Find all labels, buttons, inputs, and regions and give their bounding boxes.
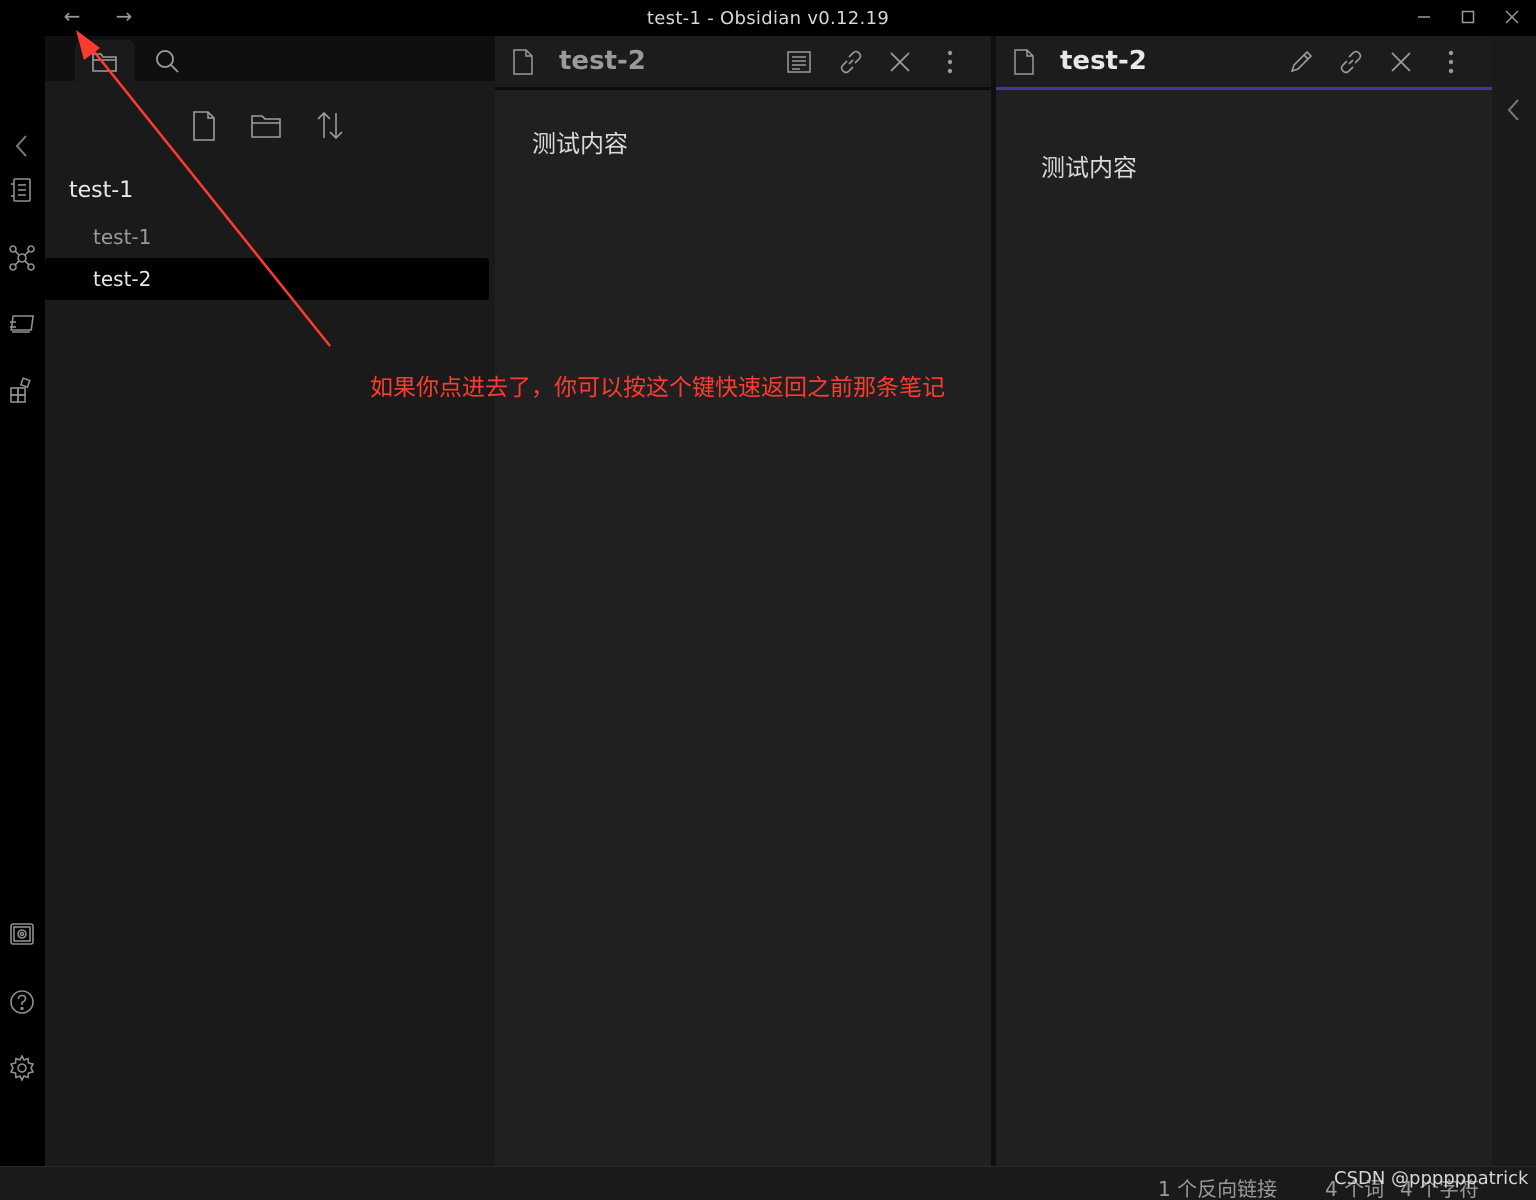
edit-icon[interactable] bbox=[1287, 48, 1315, 76]
pane-title[interactable]: test-2 bbox=[559, 46, 646, 76]
more-options-icon[interactable] bbox=[1437, 48, 1465, 76]
file-item-test-2[interactable]: test-2 bbox=[45, 258, 489, 300]
folder-title[interactable]: test-1 bbox=[69, 178, 133, 203]
close-window-icon[interactable] bbox=[1492, 4, 1532, 30]
file-icon bbox=[509, 48, 537, 76]
note-content[interactable]: 测试内容 bbox=[1041, 148, 1137, 183]
pane-header: test-2 bbox=[996, 36, 1492, 90]
file-explorer-tab-folder-icon[interactable] bbox=[75, 40, 135, 81]
vault-icon[interactable] bbox=[8, 920, 36, 948]
help-icon[interactable] bbox=[8, 988, 36, 1016]
file-item-test-1[interactable]: test-1 bbox=[45, 216, 489, 258]
annotation-text: 如果你点进去了，你可以按这个键快速返回之前那条笔记 bbox=[370, 375, 945, 401]
new-folder-icon[interactable] bbox=[249, 108, 285, 144]
reading-view-icon[interactable] bbox=[785, 48, 813, 76]
link-icon[interactable] bbox=[1337, 48, 1365, 76]
slides-icon[interactable] bbox=[8, 310, 36, 338]
plugins-icon[interactable] bbox=[8, 376, 36, 404]
title-bar: ← → test-1 - Obsidian v0.12.19 bbox=[0, 0, 1536, 36]
maximize-icon[interactable] bbox=[1448, 4, 1488, 30]
right-sidebar-collapsed bbox=[1492, 36, 1536, 1166]
editor-pane-right: test-2 测试内容 bbox=[996, 36, 1492, 1166]
close-icon[interactable] bbox=[886, 48, 914, 76]
file-explorer-sidebar: test-1 test-1 test-2 bbox=[45, 36, 495, 1166]
backlinks-count[interactable]: 1 个反向链接 bbox=[1158, 1173, 1277, 1200]
pane-header-divider bbox=[495, 87, 991, 90]
watermark: CSDN @ppppppatrick bbox=[1334, 1168, 1529, 1189]
active-pane-indicator bbox=[996, 87, 1492, 90]
sort-icon[interactable] bbox=[312, 108, 348, 144]
sidebar-tab-bar bbox=[45, 36, 495, 81]
close-icon[interactable] bbox=[1387, 48, 1415, 76]
link-icon[interactable] bbox=[837, 48, 865, 76]
settings-icon[interactable] bbox=[8, 1054, 36, 1082]
status-bar: 1 个反向链接 4 个词 4 个字符 bbox=[0, 1166, 1536, 1200]
search-tab-search-icon[interactable] bbox=[137, 40, 197, 81]
window-title: test-1 - Obsidian v0.12.19 bbox=[646, 8, 890, 29]
left-ribbon bbox=[0, 36, 45, 1166]
more-options-icon[interactable] bbox=[936, 48, 964, 76]
pane-title[interactable]: test-2 bbox=[1060, 46, 1147, 76]
new-note-icon[interactable] bbox=[186, 108, 222, 144]
graph-icon[interactable] bbox=[8, 244, 36, 272]
note-content[interactable]: 测试内容 bbox=[532, 124, 628, 159]
switcher-icon[interactable] bbox=[8, 176, 36, 204]
file-icon bbox=[1010, 48, 1038, 76]
editor-pane-left: test-2 测试内容 bbox=[495, 36, 991, 1166]
minimize-icon[interactable] bbox=[1404, 4, 1444, 30]
expand-right-sidebar-icon[interactable] bbox=[1504, 96, 1524, 124]
collapse-left-sidebar-icon[interactable] bbox=[12, 132, 32, 160]
pane-header: test-2 bbox=[495, 36, 991, 90]
